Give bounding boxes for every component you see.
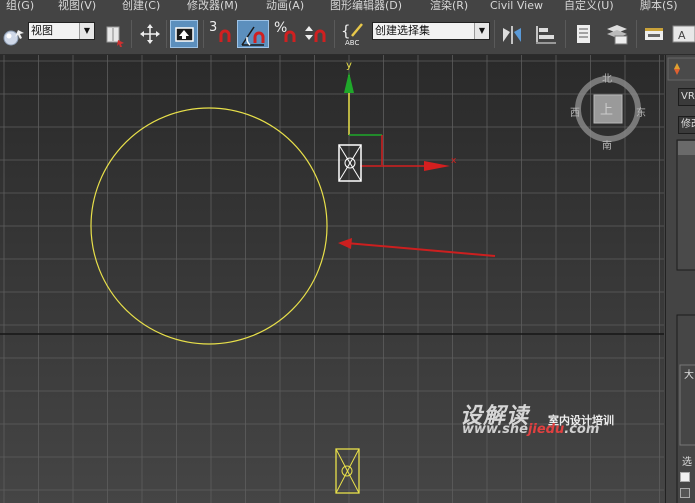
gizmo-x-arrow bbox=[424, 161, 450, 171]
percent-snap-icon[interactable]: % bbox=[272, 20, 300, 48]
viewcube-face-label: 上 bbox=[600, 103, 613, 118]
angle-snap-icon[interactable] bbox=[237, 20, 269, 48]
snap-3d-icon[interactable]: 3 bbox=[206, 20, 234, 48]
layer-explorer-icon[interactable] bbox=[570, 20, 598, 48]
select-manipulate-icon[interactable] bbox=[170, 20, 198, 48]
annotation-arrow bbox=[345, 242, 496, 257]
gizmo-x-label: x bbox=[451, 156, 457, 166]
watermark-url-highlight: jiedu bbox=[527, 422, 565, 437]
move-icon[interactable] bbox=[136, 20, 164, 48]
svg-text:A: A bbox=[678, 29, 686, 42]
mirror-icon[interactable] bbox=[499, 20, 527, 48]
object-name-field[interactable]: VR- bbox=[678, 88, 695, 106]
menu-graph-editors[interactable]: 图形编辑器(D) bbox=[330, 0, 402, 13]
menu-customize[interactable]: 自定义(U) bbox=[564, 0, 614, 13]
annotation-arrow-head bbox=[338, 238, 352, 249]
menu-bar: 组(G) 视图(V) 创建(C) 修改器(M) 动画(A) 图形编辑器(D) 渲… bbox=[0, 0, 695, 14]
menu-animation[interactable]: 动画(A) bbox=[266, 0, 304, 13]
viewcube-north: 北 bbox=[602, 73, 612, 85]
abc-label: ABC bbox=[345, 39, 360, 47]
selection-set-value: 创建选择集 bbox=[375, 24, 430, 37]
gizmo-y-arrow bbox=[344, 72, 354, 93]
selection-set-dropdown[interactable]: 创建选择集 ▼ bbox=[372, 22, 490, 40]
material-editor-icon[interactable] bbox=[640, 20, 668, 48]
watermark-url-suffix: .com bbox=[564, 422, 600, 437]
checkbox-2[interactable] bbox=[680, 488, 690, 498]
rollout-label: 大 bbox=[684, 370, 694, 381]
menu-scripting[interactable]: 脚本(S) bbox=[640, 0, 678, 13]
viewcube-south: 南 bbox=[602, 139, 612, 152]
edit-named-selection-icon[interactable]: { ABC bbox=[340, 20, 368, 48]
watermark: 设解读 室内设计培训 www.shejiedu.com bbox=[460, 398, 660, 438]
checkbox-1[interactable] bbox=[680, 472, 690, 482]
viewcube-west: 西 bbox=[570, 108, 580, 119]
render-setup-icon[interactable]: A bbox=[670, 20, 695, 48]
selection-rollout-label: 选 bbox=[682, 457, 692, 468]
select-object-icon[interactable] bbox=[0, 20, 28, 48]
pivot-box-icon bbox=[338, 144, 362, 182]
menu-create[interactable]: 创建(C) bbox=[122, 0, 160, 13]
gizmo-y-label: y bbox=[346, 60, 352, 71]
menu-rendering[interactable]: 渲染(R) bbox=[430, 0, 468, 13]
chevron-down-icon[interactable]: ▼ bbox=[474, 23, 489, 39]
menu-civil-view[interactable]: Civil View bbox=[490, 0, 543, 13]
menu-view[interactable]: 视图(V) bbox=[58, 0, 96, 13]
menu-group[interactable]: 组(G) bbox=[6, 0, 34, 13]
command-panel: VR- 修改 大 选 bbox=[665, 55, 695, 503]
watermark-url-prefix: www.she bbox=[462, 422, 528, 437]
modifier-list-field[interactable]: 修改 bbox=[678, 116, 695, 134]
svg-text:{: { bbox=[341, 22, 351, 40]
viewport-dropdown[interactable]: 视图 ▼ bbox=[28, 22, 95, 40]
main-toolbar: 视图 ▼ 3 % { ABC 创建选择集 ▼ A bbox=[0, 14, 695, 55]
watermark-url: www.shejiedu.com bbox=[462, 422, 599, 437]
select-region-icon[interactable] bbox=[100, 20, 128, 48]
chevron-down-icon[interactable]: ▼ bbox=[79, 23, 94, 39]
toggle-ribbon-icon[interactable] bbox=[603, 20, 631, 48]
viewport-dropdown-value: 视图 bbox=[31, 24, 53, 37]
viewcube-east: 东 bbox=[636, 106, 646, 119]
spinner-snap-icon[interactable] bbox=[302, 20, 330, 48]
light-gizmo-icon bbox=[335, 448, 360, 494]
menu-modifiers[interactable]: 修改器(M) bbox=[187, 0, 238, 13]
align-icon[interactable] bbox=[532, 20, 560, 48]
viewcube[interactable]: 上 北 南 东 西 bbox=[570, 73, 646, 152]
